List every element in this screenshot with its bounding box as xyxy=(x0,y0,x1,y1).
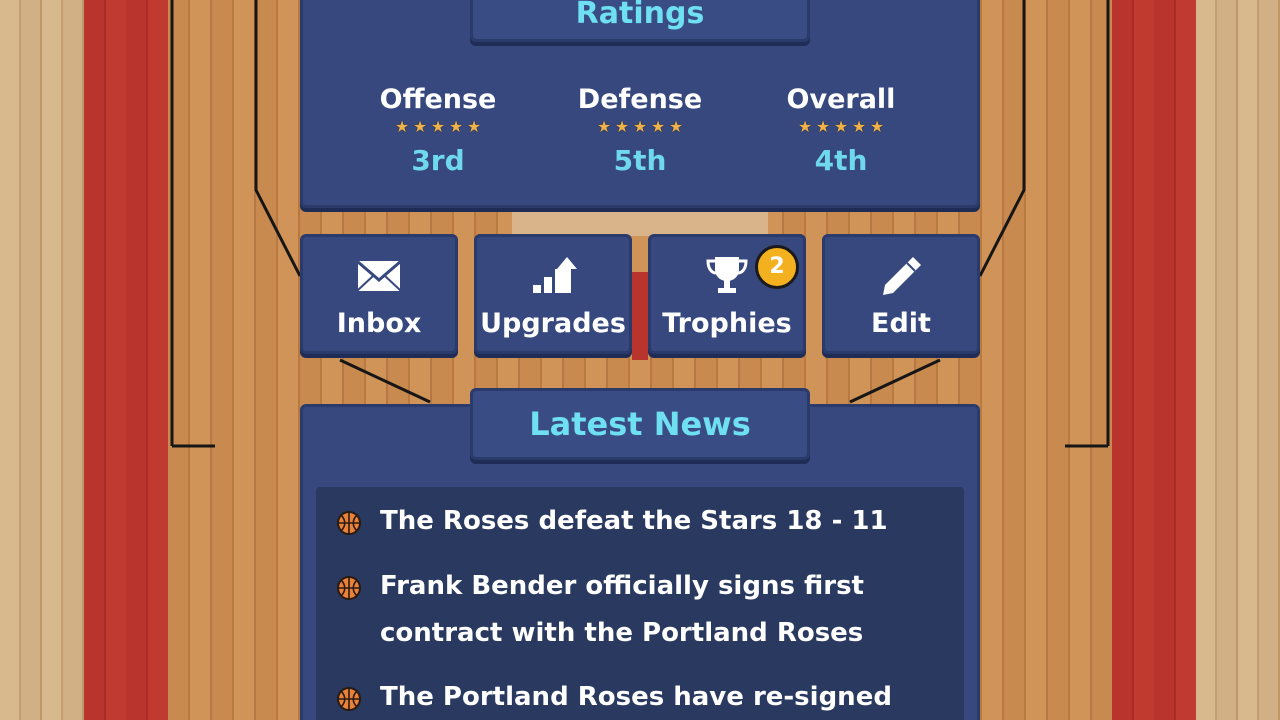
rating-rank: 5th xyxy=(613,144,667,177)
basketball-icon xyxy=(337,576,361,600)
star-rating: ★ ★ ★ ★ ★ xyxy=(756,119,926,135)
rating-overall: Overall ★ ★ ★ ★ ★ 4th xyxy=(756,84,926,177)
star-icon: ★ xyxy=(448,117,464,136)
star-icon: ★ xyxy=(815,117,831,136)
star-icon: ★ xyxy=(632,117,648,136)
rating-label: Overall xyxy=(786,84,896,115)
star-icon: ★ xyxy=(851,117,867,136)
news-item[interactable]: The Roses defeat the Stars 18 - 11 xyxy=(336,498,946,545)
star-icon: ★ xyxy=(412,117,428,136)
rating-label: Defense xyxy=(577,84,703,115)
star-icon: ★ xyxy=(394,117,410,136)
envelope-icon xyxy=(357,260,401,291)
news-item[interactable]: The Portland Roses have re-signed xyxy=(336,674,946,720)
trophy-icon xyxy=(706,257,748,293)
pencil-icon xyxy=(883,257,921,295)
star-icon: ★ xyxy=(650,117,666,136)
star-icon: ★ xyxy=(614,117,630,136)
rating-defense: Defense ★ ★ ★ ★ ★ 5th xyxy=(555,84,725,177)
rating-rank: 3rd xyxy=(411,144,465,177)
news-text: Frank Bender officially signs first cont… xyxy=(380,571,864,648)
trophies-count-badge: 2 xyxy=(755,245,799,289)
basketball-icon xyxy=(337,511,361,535)
rating-rank: 4th xyxy=(814,144,868,177)
trophies-button[interactable]: 2 Trophies xyxy=(648,234,806,354)
news-item[interactable]: Frank Bender officially signs first cont… xyxy=(336,563,946,657)
star-icon: ★ xyxy=(833,117,849,136)
news-title: Latest News xyxy=(470,388,810,460)
star-icon: ★ xyxy=(668,117,684,136)
star-icon: ★ xyxy=(430,117,446,136)
upgrades-label: Upgrades xyxy=(480,308,626,339)
star-rating: ★ ★ ★ ★ ★ xyxy=(555,119,725,135)
edit-label: Edit xyxy=(871,308,931,339)
inbox-button[interactable]: Inbox xyxy=(300,234,458,354)
upgrade-chart-icon xyxy=(533,257,577,293)
star-rating: ★ ★ ★ ★ ★ xyxy=(353,119,523,135)
star-icon: ★ xyxy=(596,117,612,136)
star-icon: ★ xyxy=(797,117,813,136)
inbox-label: Inbox xyxy=(336,308,422,339)
rating-label: Offense xyxy=(379,84,497,115)
news-text: The Roses defeat the Stars 18 - 11 xyxy=(380,506,888,536)
star-icon: ★ xyxy=(466,117,482,136)
news-text: The Portland Roses have re-signed xyxy=(380,682,892,712)
basketball-icon xyxy=(337,687,361,711)
rating-offense: Offense ★ ★ ★ ★ ★ 3rd xyxy=(353,84,523,177)
edit-button[interactable]: Edit xyxy=(822,234,980,354)
star-icon: ★ xyxy=(869,117,885,136)
upgrades-button[interactable]: Upgrades xyxy=(474,234,632,354)
trophies-label: Trophies xyxy=(662,308,792,339)
ratings-title: Ratings xyxy=(470,0,810,42)
